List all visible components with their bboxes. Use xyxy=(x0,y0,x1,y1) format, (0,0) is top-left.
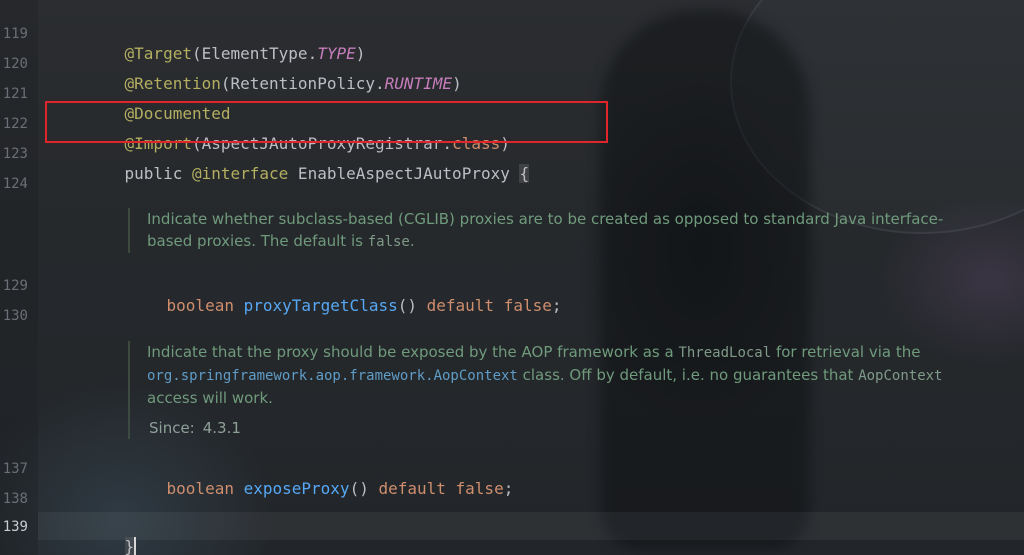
since-label: Since: xyxy=(149,419,195,437)
keyword-public: public xyxy=(124,164,192,183)
code-token: () xyxy=(397,296,427,315)
line-number: 138 xyxy=(2,491,28,507)
code-line-interface[interactable]: public @interface EnableAspectJAutoProxy… xyxy=(86,144,530,204)
javadoc-expose-proxy: Indicate that the proxy should be expose… xyxy=(128,341,988,439)
code-token: ) xyxy=(452,74,462,93)
since-value: 4.3.1 xyxy=(202,419,241,437)
code-line-proxy-target-class[interactable]: boolean proxyTargetClass() default false… xyxy=(128,276,562,336)
keyword-interface: @interface xyxy=(191,164,289,183)
doc-code: ThreadLocal xyxy=(678,345,772,361)
line-number: 122 xyxy=(2,116,28,132)
method-name: exposeProxy xyxy=(243,479,350,498)
line-number-current: 139 xyxy=(2,519,28,535)
close-brace: } xyxy=(124,537,135,555)
doc-text: Indicate that the proxy should be expose… xyxy=(147,343,679,361)
line-number: 123 xyxy=(2,146,28,162)
code-editor[interactable]: 119 120 121 122 123 124 129 130 137 138 … xyxy=(0,0,1024,555)
default-value: default false xyxy=(378,479,504,498)
line-number: 130 xyxy=(2,308,28,324)
doc-since: Since: 4.3.1 xyxy=(147,417,988,439)
line-number: 137 xyxy=(2,461,28,477)
red-highlight-box xyxy=(45,101,608,143)
doc-text: for retrieval via the xyxy=(771,343,921,361)
code-line-expose-proxy[interactable]: boolean exposeProxy() default false; xyxy=(128,459,514,519)
line-number: 121 xyxy=(2,86,28,102)
doc-text: class. Off by default, i.e. no guarantee… xyxy=(517,366,859,384)
interface-name: EnableAspectJAutoProxy xyxy=(288,164,520,183)
doc-text: . xyxy=(409,232,415,250)
enum-constant: RUNTIME xyxy=(384,74,453,93)
doc-text: access will work. xyxy=(147,389,273,407)
code-token: () xyxy=(349,479,379,498)
line-number: 124 xyxy=(2,176,28,192)
code-token: ; xyxy=(503,479,514,498)
javadoc-proxy-target-class: Indicate whether subclass-based (CGLIB) … xyxy=(128,208,988,253)
code-token: ; xyxy=(551,296,562,315)
code-token: (RetentionPolicy. xyxy=(220,74,385,93)
doc-link-aop-context[interactable]: org.springframework.aop.framework.AopCon… xyxy=(147,368,518,384)
line-number: 119 xyxy=(2,26,28,42)
line-number: 120 xyxy=(2,56,28,72)
doc-text: Indicate whether subclass-based (CGLIB) … xyxy=(147,210,944,250)
type-boolean: boolean xyxy=(166,479,244,498)
type-boolean: boolean xyxy=(166,296,244,315)
code-line-close[interactable]: } xyxy=(86,517,137,555)
method-name: proxyTargetClass xyxy=(243,296,398,315)
text-caret xyxy=(134,537,137,555)
default-value: default false xyxy=(426,296,552,315)
line-number: 129 xyxy=(2,278,28,294)
open-brace: { xyxy=(519,164,530,183)
doc-code: AopContext xyxy=(858,368,943,384)
doc-code: false xyxy=(367,234,410,250)
background-figure xyxy=(600,10,810,550)
